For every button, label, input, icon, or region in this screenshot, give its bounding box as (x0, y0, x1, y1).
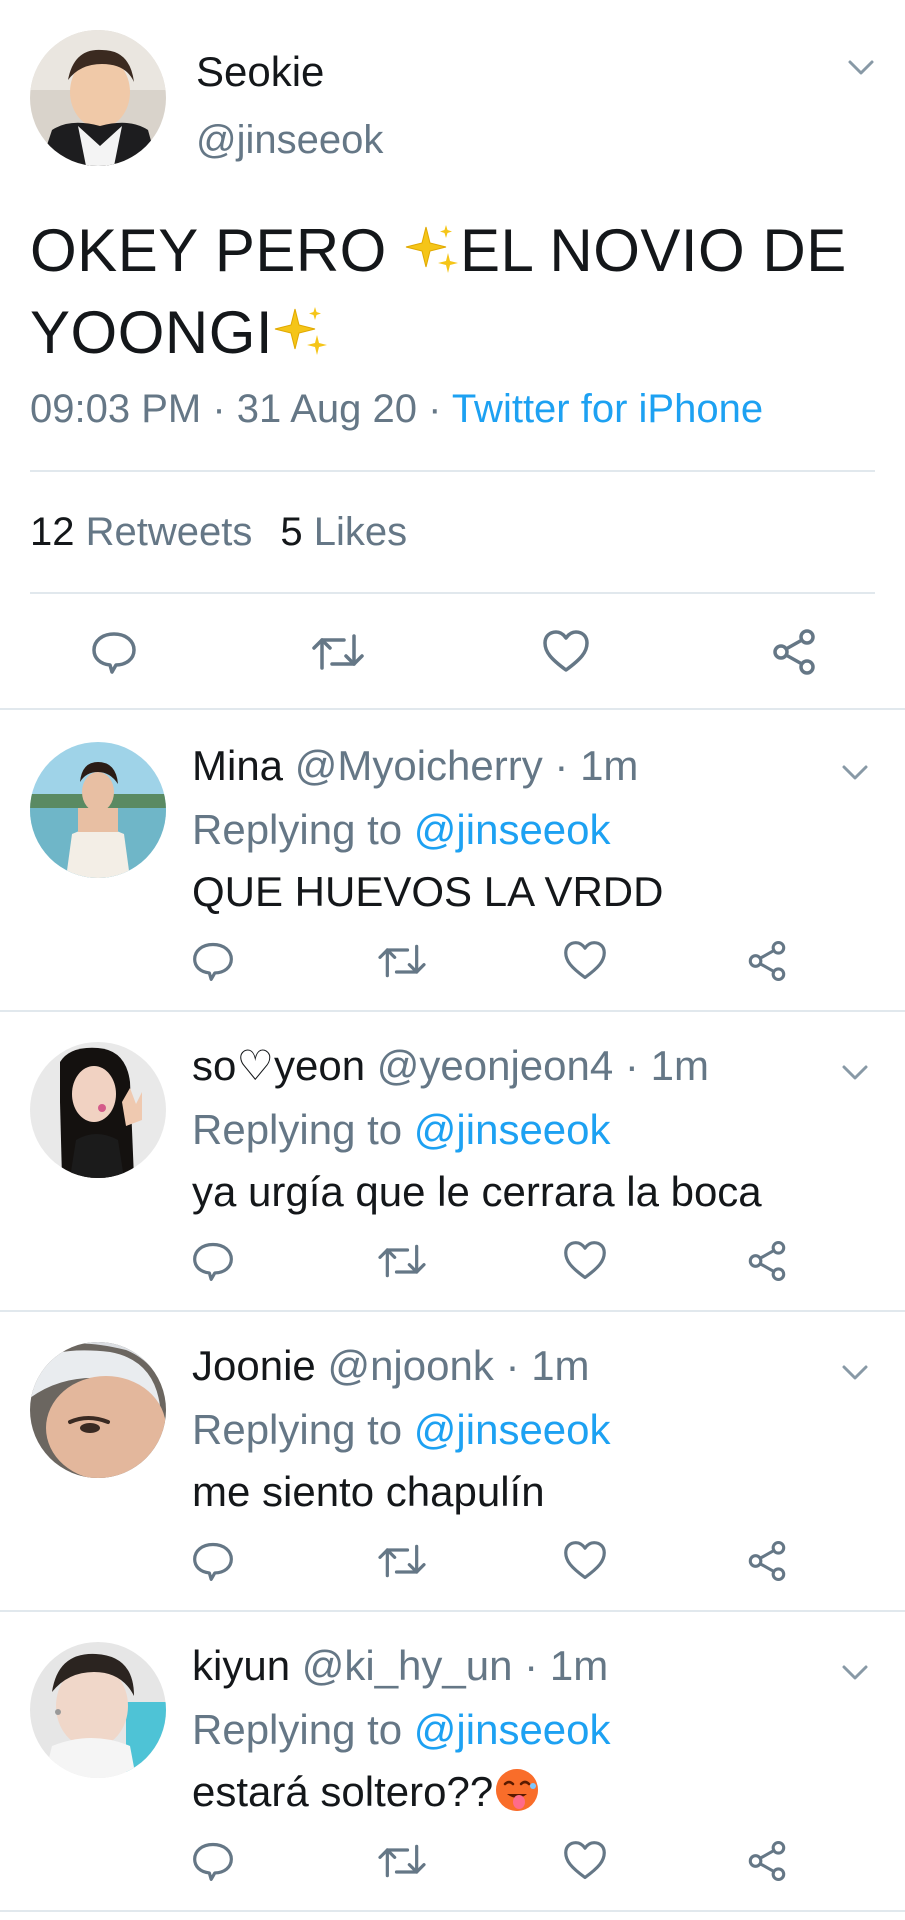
reply-time: 1m (531, 1342, 590, 1389)
author-avatar[interactable] (30, 30, 166, 166)
likes-count[interactable]: 5 (280, 510, 302, 554)
retweet-icon[interactable] (376, 1838, 428, 1884)
reply-icon[interactable] (190, 1238, 236, 1284)
replying-to-label: Replying to (192, 1706, 403, 1753)
replying-to: Replying to @jinseeok (192, 804, 611, 856)
reply-time: 1m (580, 742, 639, 789)
tweet-time: 09:03 PM (30, 387, 202, 431)
reply-icon[interactable] (190, 938, 236, 984)
retweet-icon[interactable] (376, 938, 428, 984)
reply-avatar[interactable] (30, 742, 166, 878)
tweet-text: OKEY PERO EL NOVIO DE YOONGI (30, 210, 880, 374)
like-icon[interactable] (562, 938, 608, 984)
replying-to: Replying to @jinseeok (192, 1104, 611, 1156)
reply-text: ya urgía que le cerrara la boca (192, 1168, 762, 1215)
reply-avatar[interactable] (30, 1642, 166, 1778)
chevron-down-icon[interactable] (841, 1364, 869, 1382)
replying-to-mention[interactable]: @jinseeok (414, 1106, 611, 1153)
replying-to-mention[interactable]: @jinseeok (414, 1406, 611, 1453)
meta-separator: · (212, 387, 226, 431)
divider (30, 592, 875, 594)
reply-text: QUE HUEVOS LA VRDD (192, 868, 664, 915)
meta-separator: · (624, 1042, 639, 1089)
replying-to: Replying to @jinseeok (192, 1404, 611, 1456)
reply-icon[interactable] (190, 1538, 236, 1584)
share-icon[interactable] (744, 1538, 790, 1584)
author-handle[interactable]: @jinseeok (196, 118, 383, 163)
tweet-source-link[interactable]: Twitter for iPhone (452, 387, 763, 431)
reply-author-handle[interactable]: @yeonjeon4 (377, 1042, 613, 1089)
likes-label[interactable]: Likes (314, 510, 407, 554)
reply-tweet[interactable]: so♡yeon @yeonjeon4 · 1m Replying to @jin… (0, 1012, 905, 1312)
author-name[interactable]: Seokie (196, 48, 324, 96)
meta-separator: · (524, 1642, 539, 1689)
reply-tweet[interactable]: Mina @Myoicherry · 1m Replying to @jinse… (0, 712, 905, 1012)
share-icon[interactable] (768, 626, 820, 678)
tweet-text-part1: OKEY PERO (30, 217, 405, 284)
replying-to-mention[interactable]: @jinseeok (414, 1706, 611, 1753)
sparkles-icon (273, 299, 329, 366)
reply-icon[interactable] (190, 1838, 236, 1884)
sparkles-icon (404, 217, 460, 284)
reply-avatar[interactable] (30, 1342, 166, 1478)
reply-header: Joonie @njoonk · 1m (192, 1340, 590, 1392)
reply-author-handle[interactable]: @njoonk (327, 1342, 493, 1389)
like-icon[interactable] (562, 1538, 608, 1584)
tweet-counts: 12 Retweets 5 Likes (30, 510, 407, 555)
retweet-icon[interactable] (376, 1538, 428, 1584)
reply-author-name[interactable]: kiyun (192, 1642, 290, 1689)
share-icon[interactable] (744, 938, 790, 984)
reply-author-name[interactable]: so♡yeon (192, 1042, 365, 1089)
retweet-icon[interactable] (310, 626, 366, 678)
reply-time: 1m (549, 1642, 609, 1689)
reply-time: 1m (650, 1042, 709, 1089)
reply-avatar[interactable] (30, 1042, 166, 1178)
reply-text: me siento chapulín (192, 1468, 545, 1515)
main-tweet: Seokie @jinseeok OKEY PERO EL NOVIO DE Y… (0, 0, 905, 710)
meta-separator: · (428, 387, 442, 431)
chevron-down-icon[interactable] (841, 1064, 869, 1082)
replying-to: Replying to @jinseeok (192, 1704, 611, 1756)
chevron-down-icon[interactable] (841, 764, 869, 782)
replying-to-mention[interactable]: @jinseeok (414, 806, 611, 853)
divider (30, 470, 875, 472)
reply-author-name[interactable]: Mina (192, 742, 283, 789)
reply-header: so♡yeon @yeonjeon4 · 1m (192, 1040, 709, 1092)
retweets-label[interactable]: Retweets (86, 510, 253, 554)
reply-text-content: estará soltero?? (192, 1768, 494, 1815)
share-icon[interactable] (744, 1838, 790, 1884)
chevron-down-icon[interactable] (847, 59, 875, 77)
like-icon[interactable] (562, 1238, 608, 1284)
meta-separator: · (505, 1342, 520, 1389)
reply-tweet[interactable]: Joonie @njoonk · 1m Replying to @jinseeo… (0, 1312, 905, 1612)
chevron-down-icon[interactable] (841, 1664, 869, 1682)
reply-tweet[interactable]: kiyun @ki_hy_un · 1m Replying to @jinsee… (0, 1612, 905, 1912)
replying-to-label: Replying to (192, 1106, 403, 1153)
reply-author-name[interactable]: Joonie (192, 1342, 316, 1389)
like-icon[interactable] (540, 626, 592, 678)
tweet-meta: 09:03 PM · 31 Aug 20 · Twitter for iPhon… (30, 387, 763, 432)
tweet-date: 31 Aug 20 (236, 387, 417, 431)
reply-author-handle[interactable]: @Myoicherry (295, 742, 543, 789)
retweet-icon[interactable] (376, 1238, 428, 1284)
reply-text: estará soltero?? (192, 1766, 541, 1818)
reply-header: Mina @Myoicherry · 1m (192, 740, 638, 792)
reply-icon[interactable] (88, 626, 140, 678)
hot-face-emoji-icon (493, 1768, 541, 1815)
like-icon[interactable] (562, 1838, 608, 1884)
meta-separator: · (554, 742, 569, 789)
reply-author-handle[interactable]: @ki_hy_un (302, 1642, 513, 1689)
replying-to-label: Replying to (192, 1406, 403, 1453)
replying-to-label: Replying to (192, 806, 403, 853)
share-icon[interactable] (744, 1238, 790, 1284)
retweets-count[interactable]: 12 (30, 510, 75, 554)
reply-header: kiyun @ki_hy_un · 1m (192, 1640, 608, 1692)
